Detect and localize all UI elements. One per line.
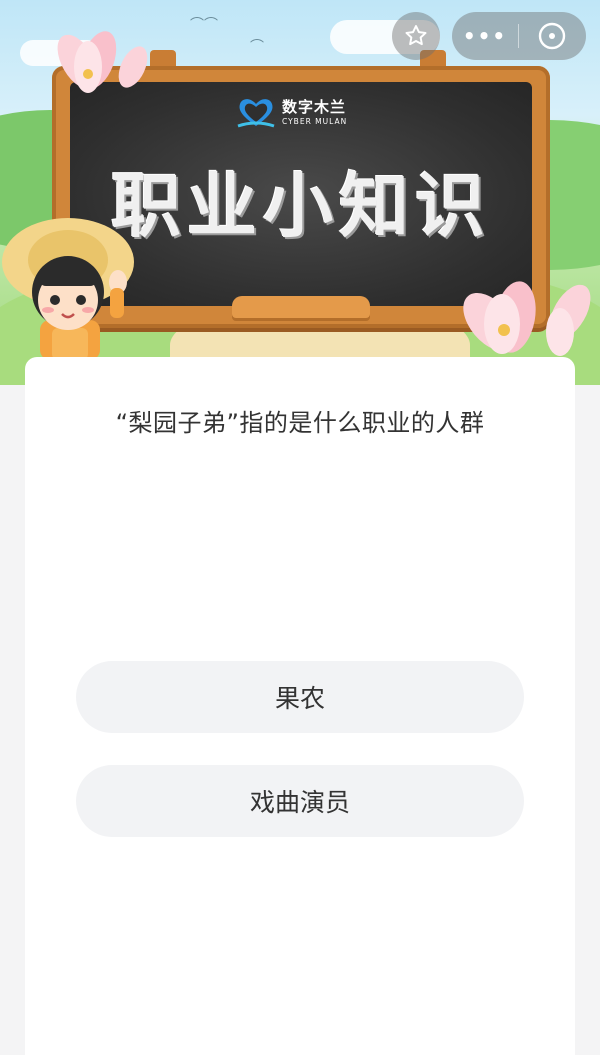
more-dots-icon: ••• (462, 24, 508, 48)
close-button[interactable] (519, 12, 585, 60)
blackboard-tray (232, 296, 370, 318)
magnolia-flower-icon (463, 281, 591, 356)
mini-program-capsule: ••• (452, 12, 586, 60)
logo-name-en: CYBER MULAN (282, 117, 348, 127)
heart-logo-icon (237, 99, 275, 128)
bird-icon: ⌒ (250, 39, 264, 55)
farmer-girl-mascot-icon (2, 218, 134, 360)
star-outline-icon (405, 25, 427, 46)
answer-option-2[interactable]: 戏曲演员 (76, 765, 524, 837)
question-card: “梨园子弟”指的是什么职业的人群 果农 戏曲演员 (25, 357, 575, 1055)
answer-option-1[interactable]: 果农 (76, 661, 524, 733)
favorite-button[interactable] (392, 12, 440, 60)
more-button[interactable]: ••• (452, 12, 518, 60)
bird-icon: ⌒⌒ (190, 17, 218, 33)
magnolia-flower-icon (57, 31, 148, 93)
question-text: “梨园子弟”指的是什么职业的人群 (115, 409, 485, 437)
close-circle-icon (538, 22, 566, 50)
cyber-mulan-logo: 数字木兰 CYBER MULAN (236, 96, 347, 130)
logo-name-cn: 数字木兰 (282, 98, 347, 117)
